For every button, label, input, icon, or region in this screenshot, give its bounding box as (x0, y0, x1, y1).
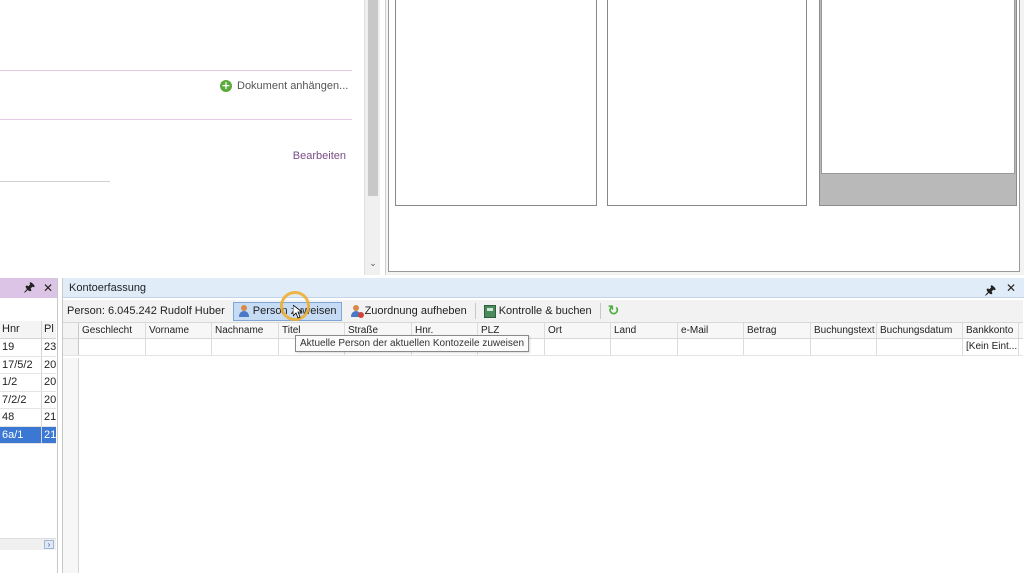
cell-hnr: 6a/1 (0, 426, 42, 443)
table-row[interactable]: 19 23 (0, 339, 56, 357)
cell-hnr: 17/5/2 (0, 356, 42, 373)
column-header[interactable]: Vorname (146, 323, 212, 338)
account-entry-panel: Kontoerfassung 🖈︎ ✕ Person: 6.045.242 Ru… (62, 278, 1024, 573)
calculator-icon (483, 304, 496, 318)
user-remove-icon (350, 305, 364, 318)
divider (0, 70, 352, 71)
column-header[interactable]: Land (611, 323, 678, 338)
cell-geschlecht[interactable] (79, 339, 146, 355)
attach-document-link[interactable]: + Dokument anhängen... (220, 80, 348, 92)
scroll-right-icon[interactable]: › (44, 540, 54, 549)
preview-area (385, 0, 1024, 275)
scroll-down-icon[interactable]: ⌄ (368, 258, 378, 268)
cell-hnr: 48 (0, 409, 42, 426)
column-header[interactable]: Buchungstext (811, 323, 877, 338)
edit-link[interactable]: Bearbeiten (293, 150, 346, 162)
user-icon (238, 305, 250, 317)
preview-frame (388, 0, 1020, 272)
panel-titlebar: Kontoerfassung 🖈︎ ✕ (63, 278, 1024, 298)
document-form-area: + Dokument anhängen... Bearbeiten (0, 0, 352, 275)
toolbar: Person: 6.045.242 Rudolf Huber Person zu… (63, 300, 1023, 322)
check-and-book-button[interactable]: Kontrolle & buchen (480, 302, 596, 321)
check-and-book-label: Kontrolle & buchen (498, 305, 592, 317)
column-header[interactable]: Bankkonto (963, 323, 1019, 338)
close-icon[interactable]: ✕ (43, 281, 53, 295)
table-header: Hnr Pl (0, 321, 56, 339)
scroll-thumb[interactable] (368, 0, 378, 196)
cell-pl: 23 (44, 341, 56, 353)
cell-land[interactable] (611, 339, 678, 355)
close-icon[interactable]: ✕ (1006, 281, 1016, 302)
current-person-label: Person: 6.045.242 Rudolf Huber (67, 305, 225, 317)
cell-ort[interactable] (545, 339, 611, 355)
column-header[interactable]: Pl (42, 321, 56, 338)
preview-page (607, 0, 807, 206)
mouse-cursor-icon (293, 305, 303, 319)
address-table: Hnr Pl 19 23 17/5/2 20 1/2 20 7/2/2 20 4… (0, 321, 56, 444)
cell-pl: 20 (44, 358, 56, 371)
refresh-icon[interactable]: ↻ (605, 303, 623, 319)
table-row[interactable]: [Kein Eint... (63, 339, 1023, 356)
cell-pl: 20 (44, 376, 56, 388)
vertical-scrollbar[interactable]: ⌄ (364, 0, 380, 275)
pin-icon[interactable]: 🖈︎ (985, 281, 996, 302)
cell-hnr: 7/2/2 (0, 391, 42, 408)
remove-assignment-button[interactable]: Zuordnung aufheben (346, 302, 471, 321)
horizontal-scrollbar[interactable]: › (0, 538, 56, 550)
tooltip: Aktuelle Person der aktuellen Kontozeile… (295, 335, 530, 352)
panel-title: Kontoerfassung (69, 281, 147, 294)
table-row[interactable]: 1/2 20 (0, 374, 56, 392)
divider (0, 119, 352, 120)
cell-betrag[interactable] (744, 339, 811, 355)
table-row-selected[interactable]: 6a/1 21 (0, 426, 56, 444)
cell-bankkonto[interactable]: [Kein Eint... (963, 339, 1019, 355)
preview-page (395, 0, 597, 206)
cell-buchungstext[interactable] (811, 339, 877, 355)
account-grid: Geschlecht Vorname Nachname Titel Straße… (63, 322, 1023, 356)
remove-assignment-label: Zuordnung aufheben (364, 305, 467, 317)
table-row[interactable]: 17/5/2 20 (0, 356, 56, 374)
panel-titlebar: 🖈︎ ✕ (0, 278, 57, 298)
row-header-strip (63, 358, 79, 573)
column-header[interactable]: Nachname (212, 323, 279, 338)
preview-page (819, 0, 1017, 206)
attach-document-label: Dokument anhängen... (237, 80, 349, 92)
table-row[interactable]: 7/2/2 20 (0, 391, 56, 409)
cell-pl: 21 (44, 428, 56, 441)
address-list-panel: 🖈︎ ✕ Hnr Pl 19 23 17/5/2 20 1/2 20 7/2/2… (0, 278, 58, 573)
toolbar-separator (599, 303, 601, 319)
cell-vorname[interactable] (146, 339, 212, 355)
column-header[interactable]: e-Mail (678, 323, 744, 338)
cell-nachname[interactable] (212, 339, 279, 355)
column-header[interactable]: Buchungsdatum (877, 323, 963, 338)
plus-icon: + (220, 79, 232, 92)
preview-page-inner (821, 0, 1015, 174)
column-header[interactable]: Geschlecht (79, 323, 146, 338)
cell-buchungsdatum[interactable] (877, 339, 963, 355)
divider (0, 181, 110, 182)
column-header[interactable]: Ort (545, 323, 611, 338)
toolbar-separator (474, 303, 476, 319)
cell-hnr: 19 (0, 339, 42, 356)
cell-email[interactable] (678, 339, 744, 355)
cell-pl: 20 (44, 393, 56, 406)
row-header-corner (63, 323, 79, 338)
column-header[interactable]: Hnr (0, 321, 42, 338)
pin-icon[interactable]: 🖈︎ (24, 278, 35, 299)
table-row[interactable]: 48 21 (0, 409, 56, 427)
cell-pl: 21 (44, 411, 56, 423)
grid-header: Geschlecht Vorname Nachname Titel Straße… (63, 322, 1023, 339)
column-header[interactable]: Betrag (744, 323, 811, 338)
cell-hnr: 1/2 (0, 374, 42, 391)
row-header[interactable] (63, 339, 79, 355)
